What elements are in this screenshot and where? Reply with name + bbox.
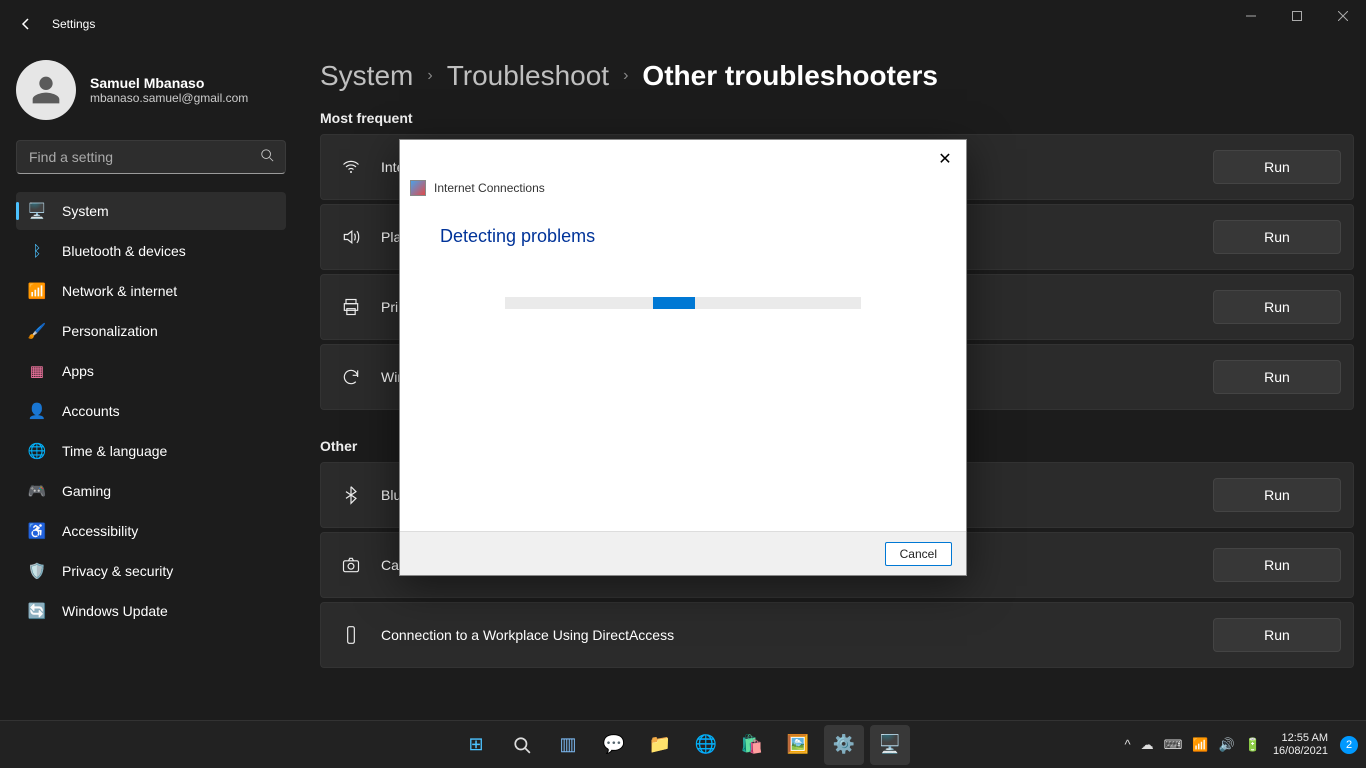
sync-icon (339, 367, 363, 387)
nav-label: Time & language (62, 443, 167, 459)
nav-icon: 📶 (28, 282, 46, 300)
profile-email: mbanaso.samuel@gmail.com (90, 91, 248, 105)
chevron-right-icon: › (427, 67, 432, 85)
close-button[interactable] (1320, 0, 1366, 32)
troubleshooter-icon (410, 180, 426, 196)
nav-label: Gaming (62, 483, 111, 499)
nav-icon: 🖥️ (28, 202, 46, 220)
bluetooth-icon (339, 485, 363, 505)
breadcrumb: System › Troubleshoot › Other troublesho… (320, 60, 1354, 92)
chevron-right-icon: › (623, 67, 628, 85)
nav-item-windows-update[interactable]: 🔄 Windows Update (16, 592, 286, 630)
window-title: Settings (52, 17, 95, 31)
tray-wifi-icon[interactable]: 📶 (1192, 737, 1208, 753)
nav-item-apps[interactable]: ▦ Apps (16, 352, 286, 390)
maximize-button[interactable] (1274, 0, 1320, 32)
run-button[interactable]: Run (1213, 360, 1341, 394)
taskbar-time: 12:55 AM (1273, 732, 1328, 745)
taskbar-photos[interactable]: 🖼️ (778, 725, 818, 765)
camera-icon (339, 555, 363, 575)
nav-item-accessibility[interactable]: ♿ Accessibility (16, 512, 286, 550)
settings-window: Settings Samuel Mbanaso mbanaso.samuel@g… (0, 0, 1366, 768)
troubleshooter-dialog: ✕ Internet Connections Detecting problem… (399, 139, 967, 576)
back-button[interactable] (8, 6, 44, 42)
nav-label: Windows Update (62, 603, 168, 619)
taskbar-store[interactable]: 🛍️ (732, 725, 772, 765)
nav-icon: ▦ (28, 362, 46, 380)
nav-icon: 🎮 (28, 482, 46, 500)
taskbar-chat[interactable]: 💬 (594, 725, 634, 765)
troubleshooter-row: Connection to a Workplace Using DirectAc… (320, 602, 1354, 668)
nav-icon: 🔄 (28, 602, 46, 620)
nav-item-bluetooth-devices[interactable]: ᛒ Bluetooth & devices (16, 232, 286, 270)
taskbar-settings[interactable]: ⚙️ (824, 725, 864, 765)
dialog-heading: Detecting problems (440, 226, 926, 247)
run-button[interactable]: Run (1213, 220, 1341, 254)
taskbar-clock[interactable]: 12:55 AM 16/08/2021 (1273, 732, 1328, 758)
nav-label: Network & internet (62, 283, 177, 299)
phone-icon (339, 625, 363, 645)
avatar (16, 60, 76, 120)
titlebar: Settings (0, 0, 1366, 48)
wifi-icon (339, 157, 363, 177)
nav-label: Accessibility (62, 523, 138, 539)
breadcrumb-current: Other troubleshooters (642, 60, 938, 92)
speaker-icon (339, 227, 363, 247)
troubleshooter-label: Connection to a Workplace Using DirectAc… (381, 627, 1213, 643)
nav-item-personalization[interactable]: 🖌️ Personalization (16, 312, 286, 350)
tray-volume-icon[interactable]: 🔊 (1219, 737, 1235, 753)
nav-item-network-internet[interactable]: 📶 Network & internet (16, 272, 286, 310)
nav-icon: 🛡️ (28, 562, 46, 580)
tray-onedrive-icon[interactable]: ☁ (1141, 737, 1154, 753)
profile-block[interactable]: Samuel Mbanaso mbanaso.samuel@gmail.com (16, 60, 292, 120)
nav-icon: 🌐 (28, 442, 46, 460)
nav-item-gaming[interactable]: 🎮 Gaming (16, 472, 286, 510)
dialog-title: Internet Connections (434, 181, 545, 195)
task-view[interactable]: ▥ (548, 725, 588, 765)
taskbar-date: 16/08/2021 (1273, 745, 1328, 758)
nav-icon: 👤 (28, 402, 46, 420)
nav-list: 🖥️ System ᛒ Bluetooth & devices 📶 Network & i… (16, 192, 292, 630)
tray-keyboard-icon[interactable]: ⌨ (1164, 737, 1183, 753)
cancel-button[interactable]: Cancel (885, 542, 952, 566)
nav-icon: 🖌️ (28, 322, 46, 340)
run-button[interactable]: Run (1213, 548, 1341, 582)
run-button[interactable]: Run (1213, 150, 1341, 184)
minimize-button[interactable] (1228, 0, 1274, 32)
sidebar: Samuel Mbanaso mbanaso.samuel@gmail.com … (0, 48, 300, 632)
nav-label: Personalization (62, 323, 158, 339)
search-icon (260, 148, 274, 167)
nav-label: Bluetooth & devices (62, 243, 186, 259)
notification-badge[interactable]: 2 (1340, 736, 1358, 754)
printer-icon (339, 297, 363, 317)
search-input[interactable] (16, 140, 286, 174)
taskbar-edge[interactable]: 🌐 (686, 725, 726, 765)
nav-item-time-language[interactable]: 🌐 Time & language (16, 432, 286, 470)
nav-label: Accounts (62, 403, 120, 419)
profile-name: Samuel Mbanaso (90, 75, 248, 91)
nav-label: Apps (62, 363, 94, 379)
nav-item-privacy-security[interactable]: 🛡️ Privacy & security (16, 552, 286, 590)
run-button[interactable]: Run (1213, 290, 1341, 324)
run-button[interactable]: Run (1213, 478, 1341, 512)
start-button[interactable]: ⊞ (456, 725, 496, 765)
nav-item-accounts[interactable]: 👤 Accounts (16, 392, 286, 430)
taskbar-explorer[interactable]: 📁 (640, 725, 680, 765)
breadcrumb-system[interactable]: System (320, 60, 413, 92)
taskbar-troubleshooter[interactable]: 🖥️ (870, 725, 910, 765)
tray-battery-icon[interactable]: 🔋 (1245, 737, 1261, 753)
run-button[interactable]: Run (1213, 618, 1341, 652)
taskbar-search[interactable] (502, 725, 542, 765)
nav-item-system[interactable]: 🖥️ System (16, 192, 286, 230)
taskbar: ⊞ ▥ 💬 📁 🌐 🛍️ 🖼️ ⚙️ 🖥️ ^ ☁ ⌨ 📶 🔊 🔋 12:55 … (0, 720, 1366, 768)
nav-icon: ᛒ (28, 242, 46, 260)
progress-bar (505, 297, 861, 309)
section-heading-most-frequent: Most frequent (320, 110, 1354, 126)
dialog-close-button[interactable]: ✕ (932, 146, 958, 172)
nav-label: Privacy & security (62, 563, 173, 579)
nav-icon: ♿ (28, 522, 46, 540)
breadcrumb-troubleshoot[interactable]: Troubleshoot (447, 60, 609, 92)
tray-chevron-icon[interactable]: ^ (1125, 737, 1131, 752)
nav-label: System (62, 203, 109, 219)
